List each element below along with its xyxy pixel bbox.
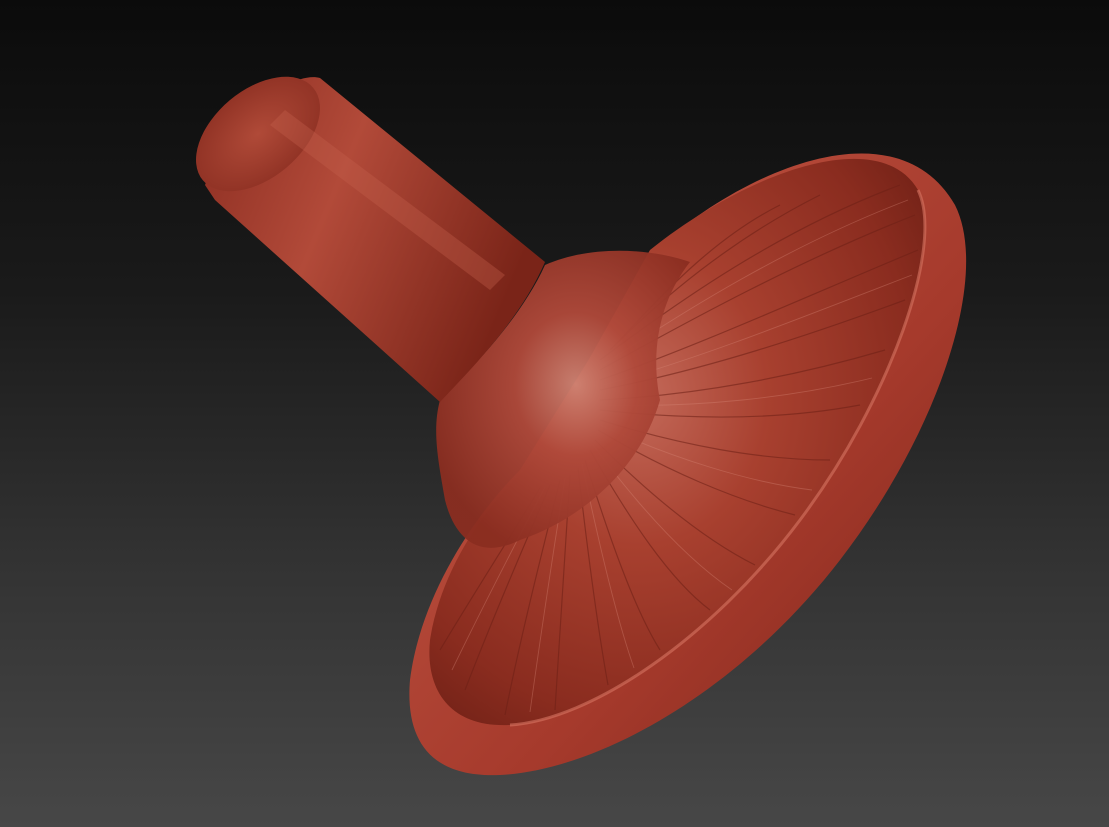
mushroom-model[interactable] (0, 0, 1109, 827)
3d-viewport[interactable] (0, 0, 1109, 827)
